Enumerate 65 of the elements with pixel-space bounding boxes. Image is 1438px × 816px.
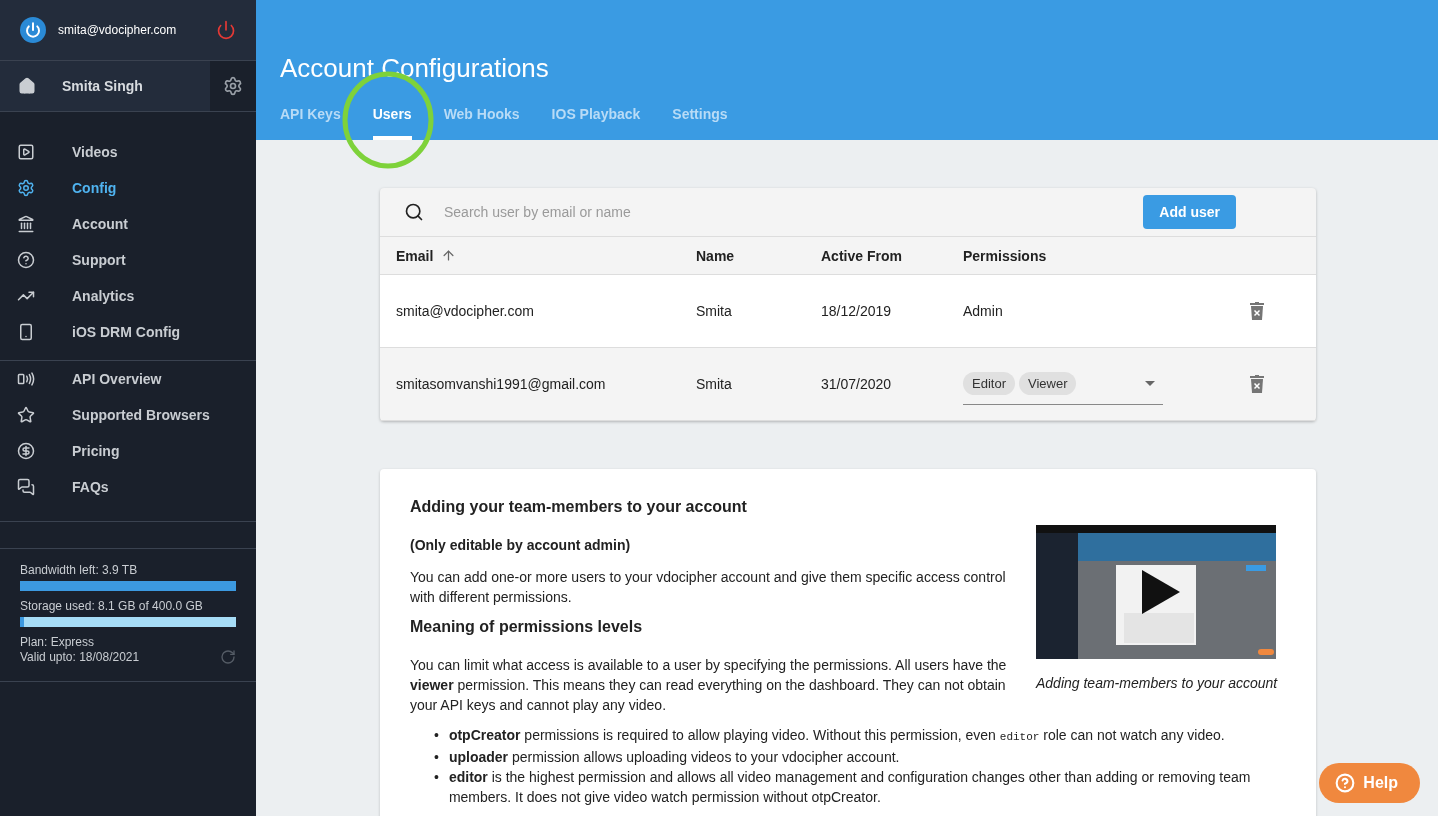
usage-label: Storage used: 8.1 GB of 400.0 GB — [20, 599, 204, 613]
permissions-select[interactable]: Editor Viewer — [963, 363, 1163, 405]
table-cell-text: smita@vdocipher.com — [396, 303, 535, 319]
table-cell-text: Smita — [696, 376, 733, 392]
dollar-icon — [17, 442, 35, 460]
table-cell-text: Smita — [696, 303, 733, 319]
chat-icon — [17, 478, 35, 496]
phone-icon — [17, 323, 35, 341]
account-email: smita@vdocipher.com — [58, 23, 178, 37]
paragraph: You can limit what access is available to a user by specifying the permissions. All users have the viewer permission. This means they can read everything on the dashboard. They can not obtain your API keys and cannot play any video. — [410, 656, 1008, 715]
table-cell-text: 18/12/2019 — [821, 303, 893, 319]
table-cell-text: smitasomvanshi1991@gmail.com — [396, 376, 607, 392]
search-icon — [404, 202, 424, 222]
help-icon — [1335, 773, 1356, 793]
caret-icon — [1145, 380, 1155, 386]
section-heading: Meaning of permissions levels — [410, 617, 644, 637]
nav-item[interactable]: Config — [0, 170, 256, 206]
nav-item[interactable]: Account — [0, 206, 256, 242]
permission-chip: Viewer — [1018, 372, 1077, 395]
question-icon — [17, 251, 35, 269]
bullet-marker: • — [434, 768, 439, 787]
gear-icon — [17, 179, 35, 197]
bullet-item: uploader permission allows uploading videos to your vdocipher account. — [448, 748, 900, 767]
column-header[interactable]: Email — [396, 237, 696, 274]
delete-icon[interactable] — [1250, 375, 1264, 393]
column-header: Active From — [821, 246, 903, 266]
settings-button[interactable] — [210, 61, 256, 111]
video-caption: Adding team-members to your account — [1036, 674, 1279, 693]
settings-icon — [223, 76, 243, 96]
intro-text: You can add one-or more users to your vdocipher account and give them specific access control with different permissions. — [410, 568, 1007, 607]
sort-icon[interactable] — [441, 248, 457, 263]
column-header: Permissions — [963, 246, 1048, 266]
table-cell-text: 31/07/2020 — [821, 376, 893, 392]
user-name: Smita Singh — [62, 78, 144, 94]
page-title: Account Configurations — [280, 53, 550, 84]
nav-item[interactable]: iOS DRM Config — [0, 314, 256, 350]
delete-icon[interactable] — [1250, 302, 1264, 320]
bullet-item: editor is the highest permission and allows all video management and configuration changes other than adding or removing team members. It does not give video watch permission without otpCreator. — [448, 768, 1252, 807]
usage-label: Bandwidth left: 3.9 TB — [20, 563, 139, 577]
table-cell-text: Admin — [963, 303, 1004, 319]
phone-settings-icon — [17, 370, 35, 388]
power-icon[interactable] — [216, 20, 236, 40]
nav-item[interactable]: Pricing — [0, 433, 256, 469]
nav-item[interactable]: Supported Browsers — [0, 397, 256, 433]
video-icon — [17, 143, 35, 161]
nav-item[interactable]: API Overview — [0, 361, 256, 397]
note-text: (Only editable by account admin) — [410, 536, 632, 555]
bullet-item: otpCreator permissions is required to allow playing video. Without this permission, even editor role can not watch any video. — [448, 726, 1225, 745]
home-icon[interactable] — [18, 77, 36, 95]
nav-item[interactable]: Analytics — [0, 278, 256, 314]
column-header: Name — [696, 246, 736, 266]
logo-icon — [20, 17, 46, 43]
bank-icon — [17, 215, 35, 233]
plan-label: Plan: Express — [20, 635, 96, 649]
nav-item[interactable]: Videos — [0, 134, 256, 170]
refresh-icon[interactable] — [220, 649, 236, 665]
star-icon — [17, 406, 35, 424]
nav-item[interactable]: FAQs — [0, 469, 256, 505]
section-heading: Adding your team-members to your account — [410, 497, 748, 517]
search-field[interactable]: Search user by email or name — [442, 203, 1126, 221]
bullet-marker: • — [434, 726, 439, 745]
valid-upto-label: Valid upto: 18/08/2021 — [20, 650, 140, 664]
nav-item[interactable]: Support — [0, 242, 256, 278]
permission-chip: Editor — [963, 372, 1015, 395]
bullet-marker: • — [434, 748, 439, 767]
